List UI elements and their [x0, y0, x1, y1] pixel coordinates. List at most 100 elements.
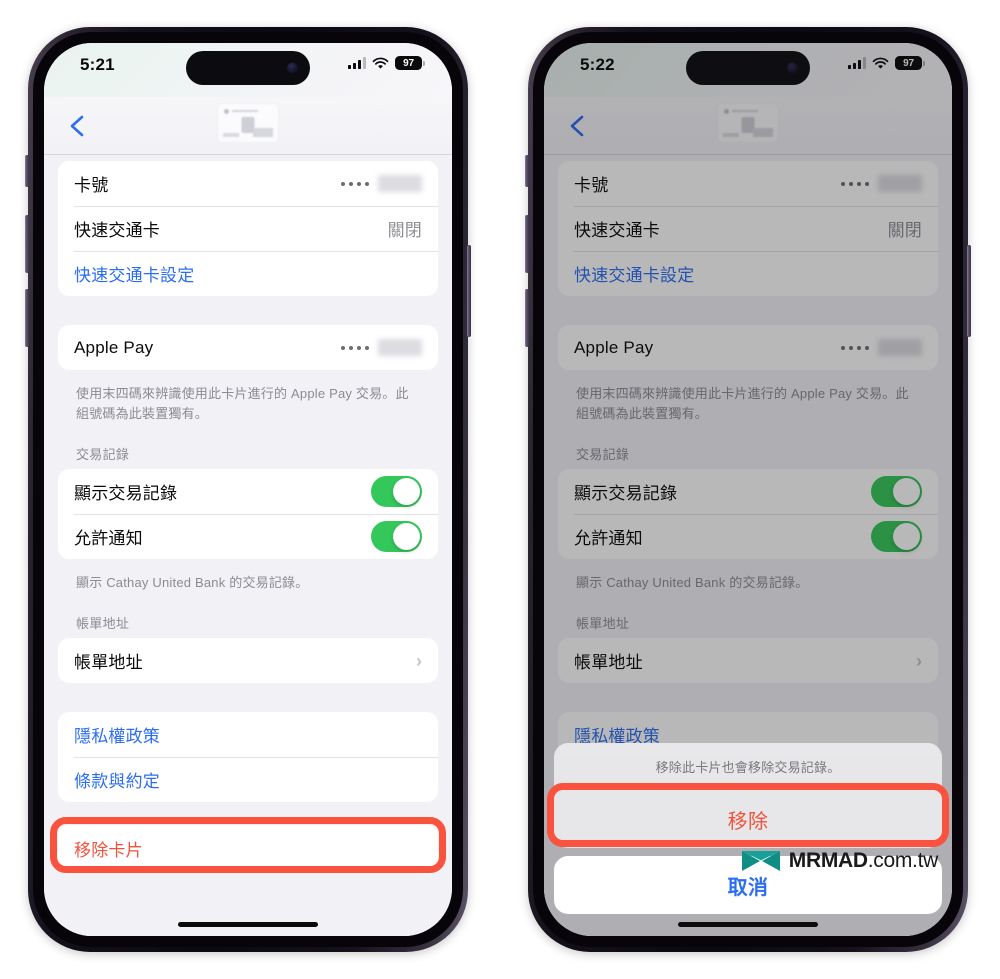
row-label: 快速交通卡設定: [74, 266, 195, 285]
cellular-bars-icon: [848, 57, 866, 69]
card-info-group: 卡號 快速交通卡 關閉 快速交通卡設定: [58, 161, 438, 296]
home-indicator[interactable]: [678, 922, 818, 927]
status-bar: 5:22 97: [544, 43, 952, 97]
row-label: 卡號: [574, 176, 609, 195]
blurred-digits: [378, 175, 422, 192]
row-express-transit-settings[interactable]: 快速交通卡設定: [58, 251, 438, 296]
remove-card-group: 移除卡片: [58, 825, 438, 873]
row-label: 顯示交易記錄: [74, 484, 178, 504]
battery-level: 97: [403, 57, 414, 69]
row-remove-card[interactable]: 移除卡片: [58, 825, 438, 872]
blurred-digits: [878, 175, 922, 192]
volume-down-button[interactable]: [525, 289, 529, 347]
transactions-header: 交易記錄: [576, 447, 630, 463]
row-show-transactions[interactable]: 顯示交易記錄: [58, 469, 438, 514]
volume-up-button[interactable]: [525, 215, 529, 273]
show-transactions-toggle[interactable]: [871, 476, 922, 508]
settings-list[interactable]: 卡號 快速交通卡 關閉 快速交通卡設定 Apple Pay 使用末四碼來辨識使用…: [44, 155, 452, 936]
battery-icon: 97: [395, 56, 425, 70]
battery-level: 97: [903, 57, 914, 69]
mute-switch[interactable]: [25, 155, 29, 187]
row-allow-notifications[interactable]: 允許通知: [558, 514, 938, 559]
mute-switch[interactable]: [525, 155, 529, 187]
status-indicators: 97: [848, 55, 925, 70]
status-indicators: 97: [348, 55, 425, 70]
action-sheet-panel: 移除此卡片也會移除交易記錄。 移除: [554, 743, 942, 848]
power-button[interactable]: [967, 245, 971, 337]
status-bar: 5:21 97: [44, 43, 452, 97]
row-show-transactions[interactable]: 顯示交易記錄: [558, 469, 938, 514]
card-thumbnail: [217, 103, 279, 143]
transactions-group: 顯示交易記錄 允許通知: [58, 469, 438, 560]
masked-dots: [341, 181, 369, 186]
blurred-digits: [878, 339, 922, 356]
apple-pay-group: Apple Pay: [58, 325, 438, 370]
row-label: Apple Pay: [574, 337, 654, 357]
row-label: 隱私權政策: [74, 727, 160, 747]
device-bezel: 5:22 97 卡號 快速交通卡 關閉 快速交通卡設定 Apple Pay 使用…: [533, 32, 963, 947]
masked-value: [341, 339, 422, 356]
home-indicator[interactable]: [178, 922, 318, 927]
row-card-number[interactable]: 卡號: [58, 161, 438, 206]
transactions-header: 交易記錄: [76, 447, 130, 463]
row-label: 帳單地址: [574, 653, 643, 673]
row-value: 關閉: [887, 221, 922, 240]
action-sheet-message: 移除此卡片也會移除交易記錄。: [554, 743, 942, 790]
row-billing-address[interactable]: 帳單地址 ›: [558, 638, 938, 683]
billing-address-header: 帳單地址: [76, 616, 130, 632]
masked-dots: [341, 345, 369, 350]
row-label: 帳單地址: [74, 653, 143, 673]
apple-pay-group: Apple Pay: [558, 325, 938, 370]
apple-pay-footnote: 使用末四碼來辨識使用此卡片進行的 Apple Pay 交易。此組號碼為此裝置獨有…: [76, 386, 409, 422]
device-bezel: 5:21 97 卡號 快速交通卡 關閉 快速交通卡設定 Apple Pay 使用…: [33, 32, 463, 947]
volume-down-button[interactable]: [25, 289, 29, 347]
card-info-group: 卡號 快速交通卡 關閉 快速交通卡設定: [558, 161, 938, 296]
allow-notifications-toggle[interactable]: [371, 521, 422, 553]
chevron-left-icon[interactable]: [66, 114, 88, 138]
power-button[interactable]: [467, 245, 471, 337]
transactions-footnote: 顯示 Cathay United Bank 的交易記錄。: [76, 575, 309, 591]
row-label: 允許通知: [574, 529, 643, 549]
show-transactions-toggle[interactable]: [371, 476, 422, 508]
masked-value: [341, 175, 422, 192]
chevron-right-icon: ›: [416, 650, 422, 671]
chevron-right-icon: ›: [916, 650, 922, 671]
row-privacy-policy[interactable]: 隱私權政策: [58, 712, 438, 757]
dynamic-island: [686, 51, 810, 85]
status-time: 5:21: [80, 55, 115, 74]
allow-notifications-toggle[interactable]: [871, 521, 922, 553]
row-apple-pay[interactable]: Apple Pay: [58, 325, 438, 370]
row-express-transit[interactable]: 快速交通卡 關閉: [58, 206, 438, 251]
row-express-transit[interactable]: 快速交通卡 關閉: [558, 206, 938, 251]
row-express-transit-settings[interactable]: 快速交通卡設定: [558, 251, 938, 296]
status-time: 5:22: [580, 55, 615, 74]
wifi-icon: [872, 57, 889, 69]
row-label: 移除卡片: [74, 841, 143, 861]
transactions-group: 顯示交易記錄 允許通知: [558, 469, 938, 560]
card-thumbnail: [717, 103, 779, 143]
row-card-number[interactable]: 卡號: [558, 161, 938, 206]
row-terms-conditions[interactable]: 條款與約定: [58, 757, 438, 802]
remove-card-action-sheet: 移除此卡片也會移除交易記錄。 移除 取消: [547, 743, 949, 914]
row-label: 卡號: [74, 176, 109, 195]
row-allow-notifications[interactable]: 允許通知: [58, 514, 438, 559]
masked-value: [841, 175, 922, 192]
cellular-bars-icon: [348, 57, 366, 69]
front-camera-icon: [287, 62, 298, 74]
action-sheet-remove-button[interactable]: 移除: [554, 790, 942, 848]
row-label: 條款與約定: [74, 772, 160, 792]
volume-up-button[interactable]: [25, 215, 29, 273]
row-label: Apple Pay: [74, 337, 154, 357]
chevron-left-icon[interactable]: [566, 114, 588, 138]
row-billing-address[interactable]: 帳單地址 ›: [58, 638, 438, 683]
iphone-right: 5:22 97 卡號 快速交通卡 關閉 快速交通卡設定 Apple Pay 使用…: [525, 27, 971, 952]
watermark: MRMAD.com.tw: [740, 848, 938, 874]
row-label: 快速交通卡設定: [574, 266, 695, 285]
blurred-digits: [378, 339, 422, 356]
watermark-brand: MRMAD: [788, 849, 868, 872]
screenshot-canvas: 5:21 97 卡號 快速交通卡 關閉 快速交通卡設定 Apple Pay 使用…: [0, 0, 1000, 979]
row-apple-pay[interactable]: Apple Pay: [558, 325, 938, 370]
watermark-text: MRMAD.com.tw: [788, 849, 939, 873]
row-value: 關閉: [387, 221, 422, 240]
mrmad-logo-icon: [741, 851, 780, 871]
